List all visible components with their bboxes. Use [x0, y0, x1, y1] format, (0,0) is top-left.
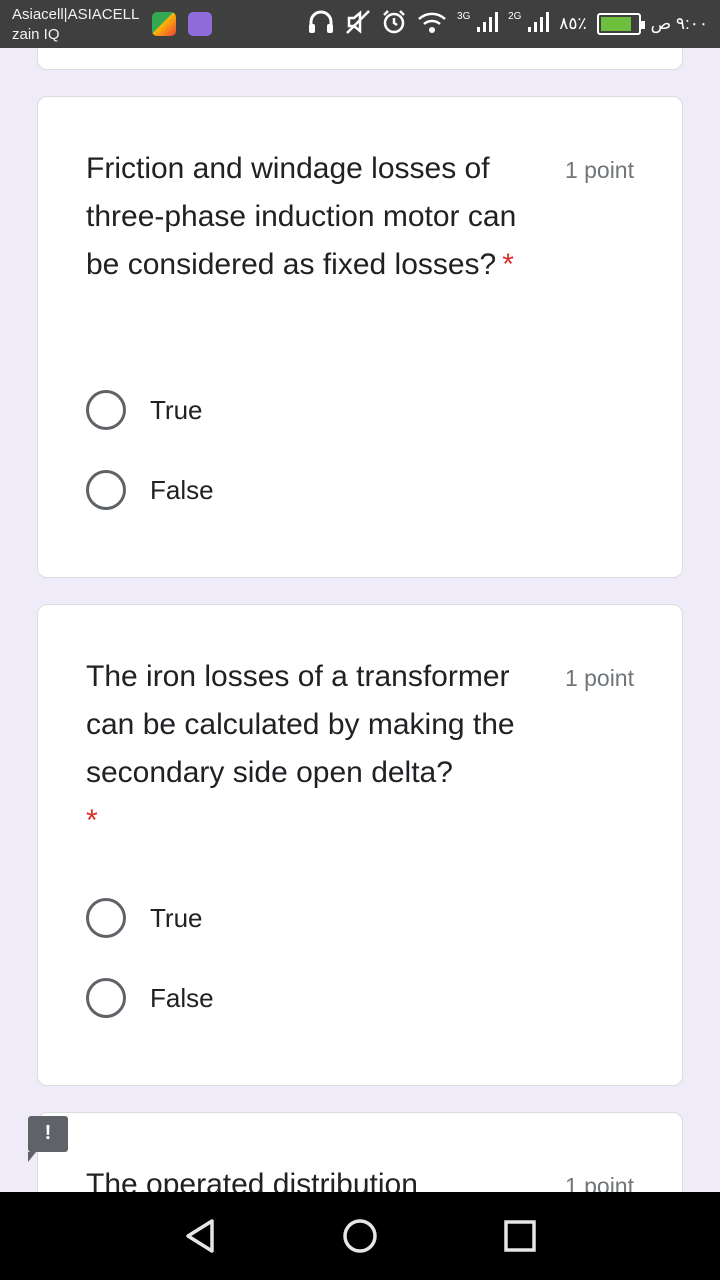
points-label: 1 point [564, 665, 634, 691]
required-asterisk: * [86, 804, 98, 837]
signal-icon-2 [528, 11, 550, 32]
home-icon [343, 1219, 377, 1253]
option-label: False [150, 474, 214, 505]
option-false[interactable]: False [86, 468, 214, 512]
question-text: The iron losses of a transformer can be … [86, 660, 515, 789]
back-icon [186, 1219, 214, 1253]
battery-icon [596, 13, 645, 35]
option-true[interactable]: True [86, 388, 203, 432]
recents-icon [504, 1220, 536, 1252]
required-asterisk: * [502, 248, 514, 281]
battery-fill [600, 17, 631, 31]
network-type-2g: 2G [508, 10, 522, 22]
question-card-2: The iron losses of a transformer can be … [37, 604, 683, 1086]
points-label: 1 point [564, 157, 634, 183]
headphones-icon [307, 9, 335, 40]
question-title: The iron losses of a transformer can be … [86, 653, 562, 845]
status-icons: 3G 2G ٨٥٪ ٩:٠٠ ص [307, 8, 708, 40]
signal-3g: 3G [457, 10, 499, 38]
report-feedback-button[interactable]: ! [28, 1116, 68, 1162]
carrier-line-2: zain IQ [12, 26, 60, 43]
carrier-line-1: Asiacell|ASIACELL [12, 6, 140, 23]
clock: ٩:٠٠ ص [650, 14, 708, 33]
mute-icon [345, 9, 371, 40]
option-true[interactable]: True [86, 896, 203, 940]
option-label: False [150, 982, 214, 1013]
option-label: True [150, 902, 203, 933]
question-title: The operated distribution [86, 1168, 418, 1192]
alarm-icon [381, 9, 407, 40]
recents-button[interactable] [490, 1206, 550, 1266]
question-text: Friction and windage losses of three-pha… [86, 152, 517, 281]
question-card-1: Friction and windage losses of three-pha… [37, 96, 683, 578]
carrier-info: Asiacell|ASIACELL zain IQ [12, 5, 139, 45]
status-bar: Asiacell|ASIACELL zain IQ 3G 2G ٨٥٪ ٩:٠٠… [0, 0, 720, 48]
signal-icon [477, 11, 499, 32]
back-button[interactable] [170, 1206, 230, 1266]
form-content[interactable]: Friction and windage losses of three-pha… [0, 48, 720, 1192]
previous-question-card [37, 48, 683, 70]
option-label: True [150, 394, 203, 425]
radio-button[interactable] [86, 898, 126, 938]
gallery-app-icon [188, 12, 212, 36]
wifi-icon [417, 10, 447, 39]
radio-button[interactable] [86, 470, 126, 510]
option-false[interactable]: False [86, 976, 214, 1020]
battery-percent: ٨٥٪ [559, 14, 587, 33]
question-card-3: The operated distribution 1 point [37, 1112, 683, 1192]
home-button[interactable] [330, 1206, 390, 1266]
radio-button[interactable] [86, 978, 126, 1018]
radio-button[interactable] [86, 390, 126, 430]
network-type-3g: 3G [457, 10, 471, 22]
navigation-bar [0, 1192, 720, 1280]
question-title: Friction and windage losses of three-pha… [86, 145, 554, 289]
points-label: 1 point [564, 1173, 634, 1192]
signal-2g: 2G [508, 10, 550, 38]
meet-app-icon [152, 12, 176, 36]
